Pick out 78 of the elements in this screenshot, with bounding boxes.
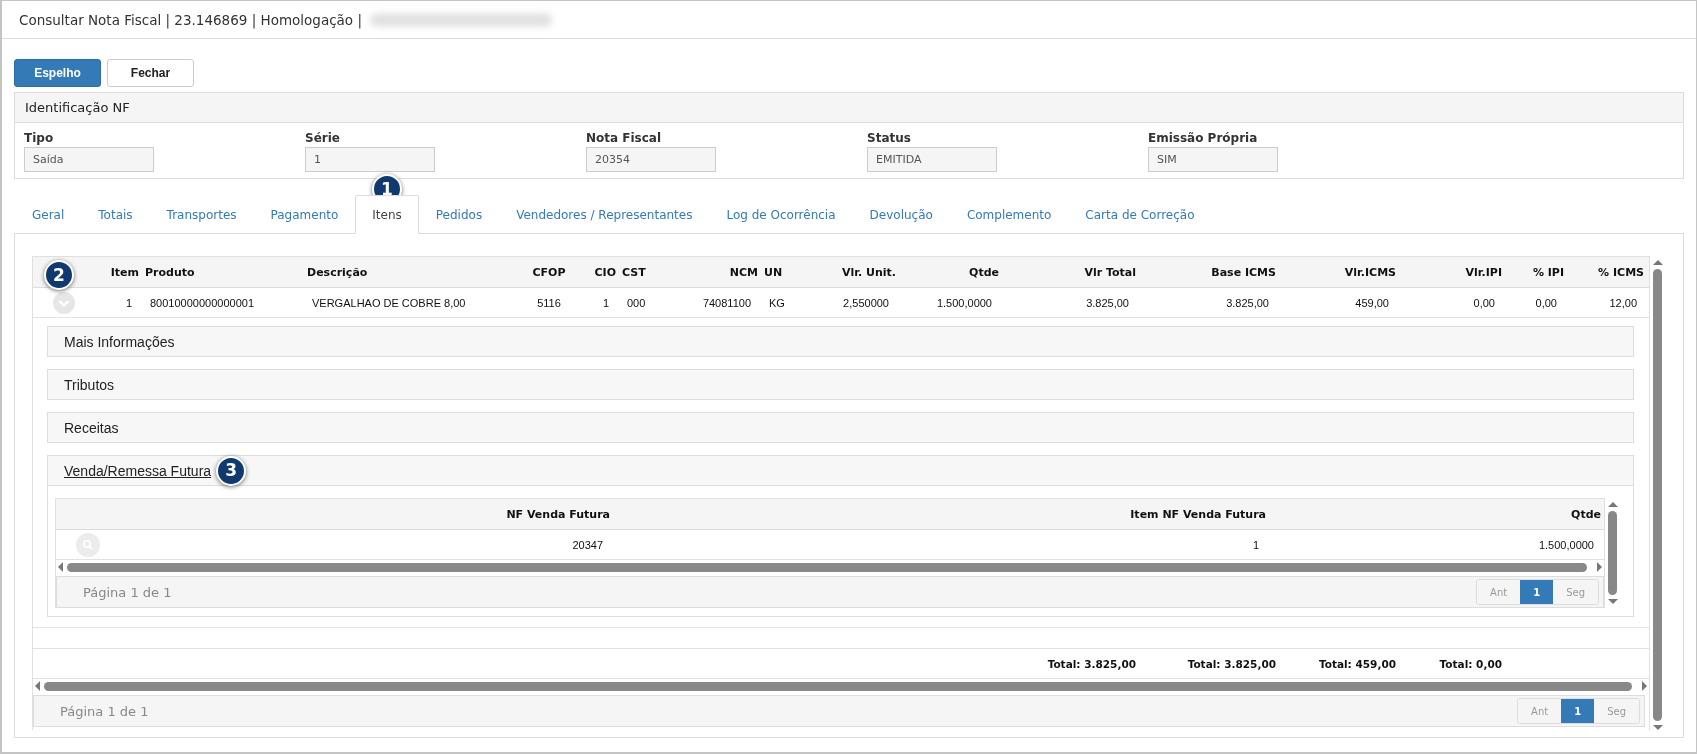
table-cell-text: 12,00 (1608, 296, 1638, 309)
tab[interactable]: Log de Ocorrência (709, 195, 853, 233)
column-header[interactable]: Vlr.ICMS (1279, 265, 1399, 279)
table-cell-text: 0,00 (1534, 296, 1558, 309)
table-cell-text: 2,550000 (842, 296, 890, 309)
column-header[interactable]: Vlr.IPI (1399, 265, 1505, 279)
panel-title: Identificação NF (15, 93, 1683, 123)
primary-button[interactable]: Espelho (14, 59, 101, 87)
field-label: Emissão Própria (1148, 131, 1259, 145)
tab[interactable]: Geral (15, 195, 82, 233)
window-title: Consultar Nota Fiscal | 23.146869 | Homologação | (19, 11, 362, 28)
column-header[interactable]: NCM (659, 265, 761, 279)
table-cell-text: 459,00 (1354, 296, 1390, 309)
accordion-header[interactable]: Mais Informações (64, 333, 175, 350)
column-header[interactable]: Item NF Venda Futura (613, 507, 1269, 521)
table-cell-text: 000 (626, 296, 647, 309)
total-cell-text: Total: 3.825,00 (1046, 657, 1137, 670)
column-header[interactable]: CST (619, 265, 659, 279)
tab[interactable]: Pagamento (253, 195, 356, 233)
table-cell-text: VERGALHAO DE COBRE 8,00 (311, 296, 467, 309)
table-cell-text: 1 (124, 296, 133, 309)
accordion-header[interactable]: Receitas (64, 419, 119, 436)
table-cell-text: KG (768, 296, 786, 309)
horizontal-scrollbar[interactable] (33, 679, 1649, 693)
table-cell-text: 20347 (571, 538, 604, 551)
table-cell-text: 3.825,00 (1085, 296, 1130, 309)
field-label: Série (305, 131, 341, 145)
page-info: Página 1 de 1 (60, 703, 149, 719)
table-cell-text: 1.500,0000 (1537, 538, 1595, 551)
input-field[interactable]: 1 (305, 147, 435, 172)
tab[interactable]: Itens (355, 195, 419, 234)
accordion-header[interactable]: Tributos (64, 376, 115, 393)
page-button[interactable]: 1 (1561, 699, 1595, 723)
column-header[interactable]: NF Venda Futura (116, 507, 613, 521)
column-header[interactable]: UN (761, 265, 799, 279)
column-header[interactable]: Qtde (1269, 507, 1604, 521)
tab[interactable]: Pedidos (418, 195, 500, 233)
table-cell-text: 80010000000000001 (149, 296, 255, 309)
accordion-header[interactable]: Venda/Remessa Futura (64, 462, 212, 479)
field-label: Tipo (24, 131, 55, 145)
tab[interactable]: Vendedores / Representantes (499, 195, 710, 233)
total-cell-text: Total: 0,00 (1438, 657, 1503, 670)
tab[interactable]: Carta de Correção (1068, 195, 1212, 233)
column-header[interactable]: Qtde (899, 265, 1002, 279)
column-header[interactable]: Item (101, 265, 142, 279)
button[interactable]: Fechar (107, 59, 194, 87)
table-cell-text: 0,00 (1472, 296, 1496, 309)
field-label: Nota Fiscal (586, 131, 663, 145)
column-header[interactable]: Descrição (304, 265, 519, 279)
tab[interactable]: Totais (81, 195, 150, 233)
column-header[interactable]: % IPI (1505, 265, 1567, 279)
table-cell-text: 74081100 (701, 296, 752, 309)
column-header[interactable]: CFOP (519, 265, 579, 279)
input-field[interactable]: SIM (1148, 147, 1278, 172)
horizontal-scrollbar[interactable] (56, 560, 1604, 574)
table-cell-text: 1 (601, 296, 610, 309)
tab[interactable]: Complemento (949, 195, 1069, 233)
page-info: Página 1 de 1 (83, 584, 172, 600)
tab[interactable]: Transportes (149, 195, 254, 233)
table-cell-text: 5116 (536, 296, 562, 309)
column-header[interactable]: Base ICMS (1139, 265, 1279, 279)
column-header[interactable]: Produto (142, 265, 304, 279)
table-cell-text: 1.500,0000 (935, 296, 993, 309)
number-badge: 3 (216, 455, 247, 486)
input-field[interactable]: 20354 (586, 147, 716, 172)
tab[interactable]: Devolução (852, 195, 950, 233)
page-button[interactable]: 1 (1520, 580, 1554, 604)
input-field[interactable]: Saída (24, 147, 154, 172)
column-header[interactable]: Vlr Total (1002, 265, 1139, 279)
input-field[interactable]: EMITIDA (867, 147, 997, 172)
column-header[interactable]: % ICMS (1567, 265, 1647, 279)
table-cell-text: 1 (1251, 538, 1260, 551)
column-header[interactable]: Vlr. Unit. (799, 265, 899, 279)
column-header[interactable]: CIO (579, 265, 619, 279)
table-cell-text: 3.825,00 (1225, 296, 1270, 309)
field-label: Status (867, 131, 912, 145)
total-cell-text: Total: 459,00 (1317, 657, 1397, 670)
total-cell-text: Total: 3.825,00 (1186, 657, 1277, 670)
